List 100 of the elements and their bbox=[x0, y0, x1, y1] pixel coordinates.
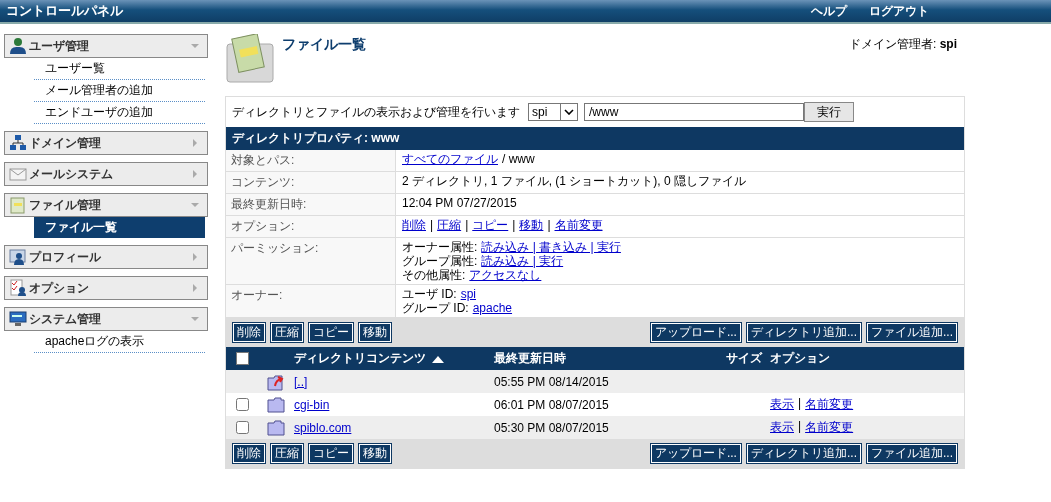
document-folder-icon bbox=[225, 34, 275, 84]
user-icon bbox=[9, 37, 27, 55]
caret-icon bbox=[191, 315, 199, 323]
sidebar-section[interactable]: ファイル管理 bbox=[4, 193, 208, 217]
action-button[interactable]: 移動 bbox=[358, 322, 392, 343]
browse-label: ディレクトリとファイルの表示および管理を行います bbox=[232, 103, 520, 121]
caret-icon bbox=[191, 284, 199, 292]
action-button[interactable]: コピー bbox=[308, 443, 354, 464]
owner-select[interactable]: spi bbox=[528, 103, 578, 121]
column-header: サイズ bbox=[726, 350, 764, 367]
property-text: | bbox=[430, 218, 434, 232]
sidebar-item[interactable]: メール管理者の追加 bbox=[34, 80, 205, 102]
property-text: | bbox=[512, 218, 516, 232]
property-text: | bbox=[465, 218, 469, 232]
property-link[interactable]: 削除 bbox=[402, 218, 426, 232]
caret-icon bbox=[191, 201, 199, 209]
property-link[interactable]: apache bbox=[472, 301, 513, 315]
caret-icon bbox=[191, 139, 199, 147]
sidebar-section[interactable]: メールシステム bbox=[4, 162, 208, 186]
network-icon bbox=[9, 134, 27, 152]
property-text: その他属性: bbox=[402, 268, 466, 282]
action-button[interactable]: アップロード... bbox=[649, 322, 742, 343]
property-link[interactable]: アクセスなし bbox=[469, 268, 542, 282]
column-header[interactable]: ディレクトリコンテンツ bbox=[294, 350, 426, 367]
action-button[interactable]: ファイル追加... bbox=[866, 443, 958, 464]
table-cell-text: 05:30 PM 08/07/2015 bbox=[494, 420, 610, 435]
sidebar-item[interactable]: ユーザー覧 bbox=[34, 58, 205, 80]
action-button[interactable]: ディレクトリ追加... bbox=[745, 443, 862, 464]
page-title: ファイル一覧 bbox=[282, 36, 366, 54]
property-link[interactable]: 移動 bbox=[519, 218, 544, 232]
property-label: コンテンツ: bbox=[226, 172, 396, 193]
property-text: 2 ディレクトリ, 1 ファイル, (1 ショートカット), 0 隠しファイル bbox=[402, 174, 747, 188]
action-button[interactable]: 圧縮 bbox=[270, 322, 304, 343]
property-link[interactable]: 圧縮 bbox=[437, 218, 462, 232]
property-text: オーナー属性: bbox=[402, 240, 478, 254]
property-link[interactable]: 読み込み | 書き込み | 実行 bbox=[481, 240, 621, 254]
action-button[interactable]: コピー bbox=[308, 322, 354, 343]
run-button[interactable]: 実行 bbox=[804, 102, 854, 122]
column-header: 最終更新日時 bbox=[494, 350, 567, 367]
table-cell-text: 06:01 PM 08/07/2015 bbox=[494, 397, 610, 412]
action-button[interactable]: 削除 bbox=[232, 322, 266, 343]
sidebar-item[interactable]: apacheログの表示 bbox=[34, 331, 205, 353]
sort-arrow-icon[interactable] bbox=[432, 354, 444, 363]
sidebar-section[interactable]: プロフィール bbox=[4, 245, 208, 269]
property-link[interactable]: 読み込み | 実行 bbox=[481, 254, 564, 268]
file-link[interactable]: cgi-bin bbox=[294, 397, 330, 412]
profile-card-icon bbox=[9, 248, 27, 266]
header-link[interactable]: ヘルプ bbox=[811, 2, 847, 20]
app-title: コントロールパネル bbox=[5, 2, 123, 20]
table-cell-text: 05:55 PM 08/14/2015 bbox=[494, 374, 610, 389]
option-link[interactable]: 表示 bbox=[770, 419, 794, 436]
file-link[interactable]: spiblo.com bbox=[294, 420, 352, 435]
sidebar-section[interactable]: ユーザ管理 bbox=[4, 34, 208, 58]
sidebar-section[interactable]: オプション bbox=[4, 276, 208, 300]
admin-label: ドメイン管理者: spi bbox=[849, 36, 957, 53]
action-button[interactable]: 削除 bbox=[232, 443, 266, 464]
checklist-icon bbox=[9, 279, 27, 297]
sidebar-item[interactable]: エンドユーザの追加 bbox=[34, 102, 205, 124]
action-button[interactable]: アップロード... bbox=[649, 443, 742, 464]
sidebar-item[interactable]: ファイル一覧 bbox=[34, 217, 205, 238]
folder-icon bbox=[267, 396, 285, 413]
property-text: 12:04 PM 07/27/2015 bbox=[402, 196, 517, 210]
option-link[interactable]: 名前変更 bbox=[805, 419, 854, 436]
folder-up-icon bbox=[267, 372, 285, 391]
property-link[interactable]: すべてのファイル bbox=[402, 152, 498, 166]
caret-icon bbox=[191, 170, 199, 178]
section-title: ディレクトリプロパティ: www bbox=[226, 127, 964, 150]
path-field[interactable]: /www bbox=[584, 103, 804, 121]
action-button[interactable]: 圧縮 bbox=[270, 443, 304, 464]
property-label: 対象とパス: bbox=[226, 150, 396, 171]
column-header: オプション bbox=[770, 350, 830, 367]
property-label: パーミッション: bbox=[226, 238, 396, 284]
property-link[interactable]: コピー bbox=[472, 218, 509, 232]
action-button[interactable]: ディレクトリ追加... bbox=[745, 322, 862, 343]
property-text: / www bbox=[502, 152, 535, 166]
monitor-icon bbox=[9, 310, 27, 328]
separator-text: | bbox=[798, 419, 802, 435]
property-label: オプション: bbox=[226, 216, 396, 237]
sidebar-section[interactable]: システム管理 bbox=[4, 307, 208, 331]
property-text: | bbox=[547, 218, 551, 232]
option-link[interactable]: 表示 bbox=[770, 396, 794, 413]
property-label: オーナー: bbox=[226, 285, 396, 317]
separator-text: | bbox=[798, 396, 802, 412]
row-checkbox[interactable] bbox=[235, 398, 249, 411]
header-link[interactable]: ログアウト bbox=[869, 2, 929, 20]
caret-icon bbox=[191, 253, 199, 261]
file-link[interactable]: [..] bbox=[294, 374, 308, 389]
sidebar-section[interactable]: ドメイン管理 bbox=[4, 131, 208, 155]
option-link[interactable]: 名前変更 bbox=[805, 396, 854, 413]
caret-icon bbox=[191, 42, 199, 50]
folder-icon bbox=[267, 419, 285, 436]
property-link[interactable]: 名前変更 bbox=[554, 218, 603, 232]
property-text: ユーザ ID: bbox=[402, 287, 457, 301]
action-button[interactable]: 移動 bbox=[358, 443, 392, 464]
action-button[interactable]: ファイル追加... bbox=[866, 322, 958, 343]
envelope-icon bbox=[9, 165, 27, 183]
property-link[interactable]: spi bbox=[460, 287, 476, 301]
property-label: 最終更新日時: bbox=[226, 194, 396, 215]
row-checkbox[interactable] bbox=[235, 421, 249, 434]
select-all-checkbox[interactable] bbox=[235, 352, 249, 365]
